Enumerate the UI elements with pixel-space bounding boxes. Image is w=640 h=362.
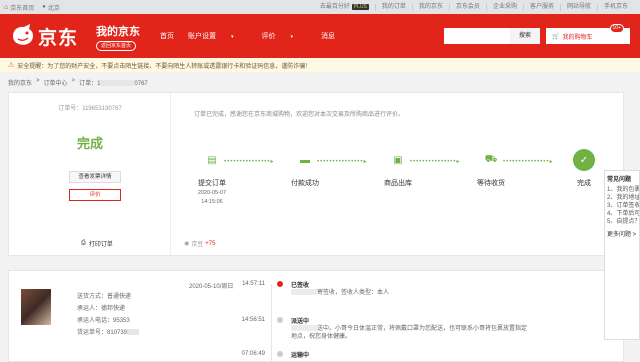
breadcrumb-order-center[interactable]: 订单中心 bbox=[44, 78, 68, 87]
breadcrumb: 我的京东 > 订单中心 > 订单：1 0767 bbox=[8, 78, 148, 87]
nav-review[interactable]: 评价 ▾ bbox=[262, 31, 308, 41]
top-link-member[interactable]: 京东会员 bbox=[448, 3, 486, 11]
step-payment: ▬ 付款成功 bbox=[275, 141, 335, 188]
carrier-phone: 承运人电话：95353 bbox=[77, 318, 130, 324]
top-links: 去最百分好 PLUS 我的订单 我的京东 京东会员 企业采购 客户服务 网站导航 … bbox=[314, 0, 634, 14]
redacted-block bbox=[291, 325, 317, 332]
chevron-down-icon: ▾ bbox=[290, 34, 294, 40]
progress-steps: •••••••••••••••▸ •••••••••••••••▸ ••••••… bbox=[172, 141, 623, 211]
search-input[interactable] bbox=[444, 28, 510, 44]
redacted-block bbox=[100, 80, 135, 87]
shipping-info: 送货方式：普通快递 承运人：德邦快递 承运人电话：95353 货运单号：8107… bbox=[77, 291, 140, 339]
location-pin-icon: ● bbox=[42, 4, 46, 10]
timeline-event: 2020-05-10/周日 14:57:11 已签收 寄签收，签收人类型：本人 bbox=[189, 280, 390, 296]
step-shipped: ▣ 商品出库 bbox=[368, 141, 428, 188]
payment-card-icon: ▬ bbox=[300, 154, 310, 166]
myjd-title-block: 我的京东 返回京东首页 bbox=[96, 23, 140, 51]
jingdou-reward: ◉ 京豆 +75 bbox=[184, 240, 216, 249]
top-link-orders[interactable]: 我的订单 bbox=[374, 3, 412, 11]
header: 京东 我的京东 返回京东首页 首页 账户设置 ▾ 评价 ▾ 消息 搜索 🛒 我的购物… bbox=[0, 14, 640, 58]
document-icon: ▤ bbox=[207, 154, 217, 166]
faq-sidebar: 常见问题 1、我的包裹收到？ 2、我的地址么配送服务 3、订单签收么办？ 4、下… bbox=[604, 170, 640, 340]
cart-button[interactable]: 🛒 我的购物车 10+ bbox=[546, 24, 630, 44]
product-image[interactable] bbox=[21, 289, 51, 325]
nav-home[interactable]: 首页 bbox=[160, 31, 174, 41]
status-dot bbox=[276, 316, 284, 324]
redacted-block bbox=[291, 289, 317, 296]
timeline-event: 07:06:49 运输中 bbox=[241, 350, 310, 359]
order-progress: 订单已完成，感谢您在京东商城购物，欢迎您对本次交易及所购商品进行评价。 ••••… bbox=[172, 93, 623, 255]
faq-item[interactable]: 5、自提点？ bbox=[607, 218, 639, 226]
package-icon: ▣ bbox=[393, 154, 403, 166]
jd-dog-icon bbox=[13, 24, 33, 45]
nav-messages[interactable]: 消息 bbox=[321, 31, 335, 41]
home-link[interactable]: ⌂ 京东首页 bbox=[4, 3, 34, 12]
chevron-down-icon: ▾ bbox=[231, 34, 234, 40]
notice-text: 安全提醒：为了您的财产安全，不要点击陌生链接、不要向陌生人转账或透露银行卡和验证… bbox=[17, 63, 312, 70]
top-bar: ⌂ 京东首页 ● 北京 去最百分好 PLUS 我的订单 我的京东 京东会员 企业采… bbox=[0, 0, 640, 14]
print-order-button[interactable]: ⎙ 打印订单 bbox=[81, 239, 113, 248]
step-awaiting-delivery: ⛟ 等待收货 bbox=[461, 141, 521, 188]
carrier: 承运人：德邦快递 bbox=[77, 306, 126, 312]
delivery-method: 送货方式：普通快递 bbox=[77, 294, 132, 300]
top-link-enterprise[interactable]: 企业采购 bbox=[485, 3, 523, 11]
truck-icon: ⛟ bbox=[484, 153, 498, 165]
order-panel: 订单号：119653190767 完成 查看发票详情 评价 ⎙ 打印订单 订单已… bbox=[8, 92, 624, 256]
tracking-panel: 送货方式：普通快递 承运人：德邦快递 承运人电话：95353 货运单号：8107… bbox=[8, 270, 624, 362]
top-link-service[interactable]: 客户服务 bbox=[522, 3, 560, 11]
order-status: 完成 bbox=[76, 136, 103, 151]
search-box: 搜索 bbox=[444, 28, 540, 44]
order-summary: 订单号：119653190767 完成 查看发票详情 评价 ⎙ 打印订单 bbox=[9, 93, 171, 255]
back-home-button[interactable]: 返回京东首页 bbox=[96, 41, 137, 51]
warning-icon: ⚠ bbox=[8, 62, 15, 69]
page-title: 我的京东 bbox=[96, 26, 140, 38]
jd-logo[interactable]: 京东 bbox=[10, 22, 90, 50]
search-button[interactable]: 搜索 bbox=[510, 28, 540, 44]
faq-more-link[interactable]: 更多问题 > bbox=[607, 229, 637, 238]
step-submit-order: ▤ 提交订单 2020-05-07 14:15:06 bbox=[182, 141, 242, 206]
timeline-line bbox=[271, 284, 272, 362]
faq-item[interactable]: 4、下单后可单吗？ bbox=[607, 210, 639, 218]
coin-icon: ◉ bbox=[184, 241, 190, 247]
invoice-details-button[interactable]: 查看发票详情 bbox=[69, 171, 121, 183]
main-nav: 首页 账户设置 ▾ 评价 ▾ 消息 bbox=[160, 31, 349, 41]
top-link-shop[interactable]: 去最百分好 PLUS bbox=[314, 3, 375, 11]
faq-title: 常见问题 bbox=[607, 177, 632, 183]
waybill-number: 货运单号：810739 bbox=[77, 327, 140, 339]
security-notice: ⚠ 安全提醒：为了您的财产安全，不要点击陌生链接、不要向陌生人转账或透露银行卡和… bbox=[0, 58, 640, 72]
logo-text: 京东 bbox=[38, 27, 79, 49]
redacted-block bbox=[127, 329, 140, 336]
thanks-message: 订单已完成，感谢您在京东商城购物，欢迎您对本次交易及所购商品进行评价。 bbox=[194, 112, 405, 118]
order-number: 订单号：119653190767 bbox=[58, 106, 122, 112]
nav-account-settings[interactable]: 账户设置 ▾ bbox=[188, 31, 248, 41]
timeline-event: 14:56:51 派送中 送中。小哥今日体温正常，将佩戴口罩为您配送，也可联系小… bbox=[241, 316, 528, 340]
plus-badge: PLUS bbox=[351, 3, 369, 10]
review-button[interactable]: 评价 bbox=[69, 189, 121, 201]
top-link-sitemap[interactable]: 网站导航 bbox=[559, 3, 597, 11]
cart-count-badge: 10+ bbox=[609, 24, 624, 33]
faq-item[interactable]: 2、我的地址么配送服务 bbox=[607, 194, 639, 202]
home-icon: ⌂ bbox=[4, 3, 9, 11]
faq-item[interactable]: 1、我的包裹收到？ bbox=[607, 186, 639, 194]
check-icon: ✓ bbox=[573, 149, 595, 171]
current-status-dot bbox=[276, 280, 284, 288]
breadcrumb-myjd[interactable]: 我的京东 bbox=[8, 78, 32, 87]
faq-item[interactable]: 3、订单签收么办？ bbox=[607, 202, 639, 210]
printer-icon: ⎙ bbox=[81, 240, 86, 246]
top-link-mobile[interactable]: 手机京东 bbox=[596, 3, 634, 11]
location-selector[interactable]: ● 北京 bbox=[42, 3, 60, 12]
breadcrumb-order: 订单：1 0767 bbox=[79, 80, 148, 87]
cart-icon: 🛒 bbox=[552, 33, 560, 40]
top-link-myjd[interactable]: 我的京东 bbox=[411, 3, 449, 11]
status-dot bbox=[276, 350, 284, 358]
